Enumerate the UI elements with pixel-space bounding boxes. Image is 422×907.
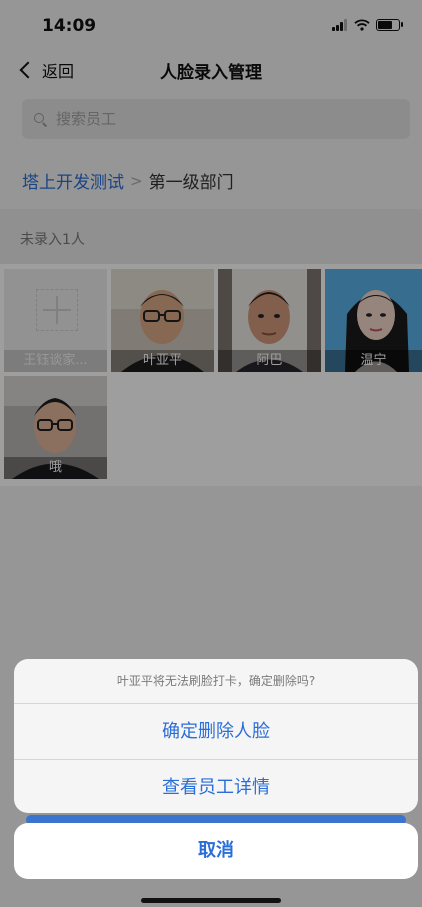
action-sheet: 叶亚平将无法刷脸打卡，确定删除吗? 确定删除人脸 查看员工详情 <box>14 659 418 813</box>
home-indicator[interactable] <box>141 898 281 903</box>
view-employee-details-button[interactable]: 查看员工详情 <box>14 760 418 813</box>
action-sheet-message: 叶亚平将无法刷脸打卡，确定删除吗? <box>14 659 418 704</box>
screen: 14:09 返回 人脸录入管理 搜索员工 塔上开发测试 > 第一级部门 未录入1… <box>0 0 422 907</box>
cancel-button[interactable]: 取消 <box>14 823 418 879</box>
delete-face-button[interactable]: 确定删除人脸 <box>14 704 418 760</box>
